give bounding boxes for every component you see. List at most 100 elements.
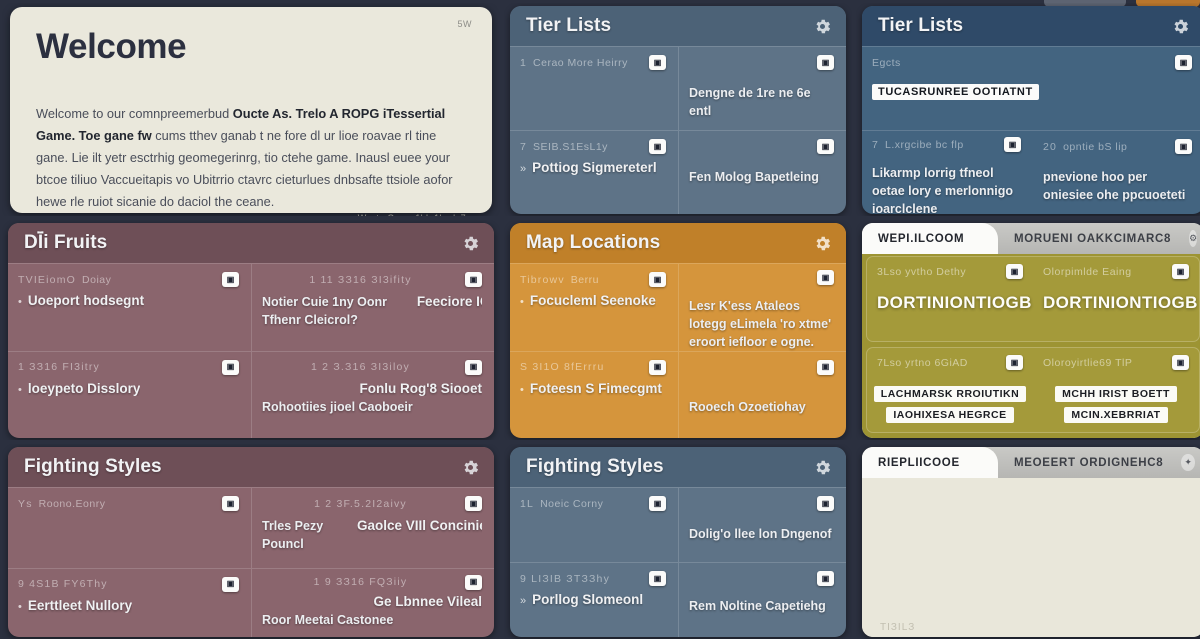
row-chip-button[interactable]: ▣ (649, 55, 666, 70)
olive-headline: DORTINIONTIOGB (1043, 293, 1189, 313)
row-chip-button[interactable]: ▣ (465, 496, 482, 511)
row-cell-left[interactable]: 1L Noeic Corny ▣ (510, 488, 678, 562)
tab-active[interactable]: RIEPLIICOOE (862, 447, 998, 478)
row-chip-button[interactable]: ▣ (1172, 355, 1189, 370)
row-label: Oloroyirtlie69 TlP (1043, 357, 1132, 369)
row-chip-button[interactable]: ▣ (222, 496, 239, 511)
row-cell-right[interactable]: 1 9 ЗЗ16 FQЗiiy ▣ Ge Lbnnee Vileal Roor … (251, 569, 494, 637)
row-label: SEIB.S1EsL1y (533, 141, 643, 153)
row-cell-right[interactable]: ▣ Rem Noltine Capetiehg (678, 563, 846, 637)
row-chip-button[interactable]: ▣ (817, 139, 834, 154)
olive-cell-left[interactable]: 7Lso yrtno 6GiAD ▣ LACHMARSK RROIUTIKN I… (867, 348, 1033, 432)
panel-title: Fighting Styles (24, 456, 162, 478)
row-chip-button[interactable]: ▣ (1006, 264, 1023, 279)
gear-icon[interactable] (813, 17, 832, 36)
row-label: Noeic Corny (540, 498, 643, 510)
row-chip-button[interactable]: ▣ (1004, 137, 1021, 152)
row-chip-button[interactable]: ▣ (817, 360, 834, 375)
row-title: Eerttleet Nullory (28, 598, 132, 613)
row-chip-button[interactable]: ▣ (649, 139, 666, 154)
row-cell-right[interactable]: ▣ Dengne de 1re ne 6e entl (678, 47, 846, 130)
row-chip-button[interactable]: ▣ (222, 272, 239, 287)
row-body-text: Rooech Ozoetiohay (689, 398, 834, 416)
row-top: ▣ (689, 569, 834, 588)
row-main: » Pottiog Sigmereterl (520, 160, 666, 175)
row-chip-button[interactable]: ▣ (1175, 139, 1192, 154)
row-cell-left[interactable]: 9 4S1B FY6Thy ▣ • Eerttleet Nullory (8, 569, 251, 637)
row-chip-button[interactable]: ▣ (1172, 264, 1189, 279)
row-chip-button[interactable]: ▣ (1006, 355, 1023, 370)
list-item[interactable]: 3Lso yvtho Dethy ▣ DORTINIONTIOGB Olorpi… (866, 256, 1200, 342)
row-cell-right[interactable]: 1 2 З.З16 ЗI3iloy ▣ Fonlu Rog'8 Siooet R… (251, 352, 494, 439)
row-cell-left[interactable]: 1 Cerao More Heirry ▣ (510, 47, 678, 130)
row-chip-button[interactable]: ▣ (649, 571, 666, 586)
row-chip-button[interactable]: ▣ (465, 272, 482, 287)
row-cell-right[interactable]: ▣ Rooech Ozoetiohay (678, 352, 846, 439)
row-label: L.xrgcibe bc flp (885, 139, 998, 151)
cell-welcome: 5W Welcome Welcome to our comnpreemerbud… (2, 3, 500, 216)
panel-title: Map Locations (526, 232, 660, 254)
row-index: 7 (520, 141, 527, 153)
gear-icon[interactable] (813, 234, 832, 253)
row-index: 9 4S1B FY6Thy (18, 578, 108, 590)
row-index: 7 (872, 139, 879, 151)
row-chip-button[interactable]: ▣ (465, 575, 482, 590)
row-main: Trles Pezy Pouncl Gaolce VIIl Concinieiv… (262, 517, 482, 553)
row-cell-right[interactable]: 1 11 ЗЗ16 ЗI3ifity ▣ Notier Cuie 1ny Oon… (251, 264, 494, 351)
star-icon[interactable]: ✦ (1181, 454, 1195, 471)
row-cell-left[interactable]: 7 L.xrgcibe bc flp ▣ Likarmp lorrig tfne… (862, 131, 1033, 214)
row-chip-button[interactable]: ▣ (817, 496, 834, 511)
gear-icon[interactable] (461, 458, 480, 477)
row-chip-button[interactable]: ▣ (817, 571, 834, 586)
cell-tier-lists-2: Tier Lists Egcts ▣ TUCASRUNREE OOTIATNT (856, 3, 1200, 216)
row-chip-button[interactable]: ▣ (222, 577, 239, 592)
row-chip-button[interactable]: ▣ (649, 272, 666, 287)
gear-icon[interactable] (461, 234, 480, 253)
row-cell-left[interactable]: Tibrowv Berru ▣ • Focucleml Seenoke (510, 264, 678, 351)
olive-cell-left[interactable]: 3Lso yvtho Dethy ▣ DORTINIONTIOGB (867, 257, 1033, 341)
row-cell-left[interactable]: Yѕ Roono.Eonry ▣ (8, 488, 251, 568)
row-chip-button[interactable]: ▣ (222, 360, 239, 375)
row-cell-right[interactable]: ▣ Fen Molog Bapetleing (678, 131, 846, 214)
cell-devil-fruits: Dİ̈i Fruits TVIEiomO Doiay ▣ • (2, 220, 500, 440)
row-cell-right[interactable]: ▣ Dolig'o llee lon Dngenof (678, 488, 846, 562)
panel-header: Fighting Styles (510, 447, 846, 487)
row-label: Olorpimlde Eaing (1043, 266, 1132, 278)
row-index: S 3I1O 8fErrru (520, 361, 605, 373)
olive-cell-right[interactable]: Olorpimlde Eaing ▣ DORTINIONTIOGB (1033, 257, 1199, 341)
row-body-text: Fen Molog Bapetleing (689, 168, 834, 186)
row-cell-left[interactable]: 9 LIЗIB ЗTЗЗhy ▣ » Porllog Slomeonl (510, 563, 678, 637)
status-badge: TUCASRUNREE OOTIATNT (872, 84, 1039, 100)
row-cell-full[interactable]: Egcts ▣ TUCASRUNREE OOTIATNT (862, 47, 1200, 130)
tab-bar: RIEPLIICOOE MEOEERT ORDIGNEHC8 ✦ (862, 447, 1200, 478)
tab-inactive[interactable]: MEOEERT ORDIGNEHC8 (998, 447, 1181, 478)
row-chip-button[interactable]: ▣ (649, 360, 666, 375)
row-label: 7Lso yrtno 6GiAD (877, 357, 968, 369)
row-chip-button[interactable]: ▣ (649, 496, 666, 511)
tab-active[interactable]: WEPI.ILCOOM (862, 223, 998, 254)
list-item[interactable]: 7Lso yrtno 6GiAD ▣ LACHMARSK RROIUTIKN I… (866, 347, 1200, 433)
row-chip-button[interactable]: ▣ (817, 55, 834, 70)
row-chip-button[interactable]: ▣ (1175, 55, 1192, 70)
gear-icon[interactable] (813, 458, 832, 477)
row-cell-right[interactable]: 1 2 3F.5.2I2aivy ▣ Trles Pezy Pouncl Gao… (251, 488, 494, 568)
row-index: 1L (520, 498, 534, 510)
row-index: 1 2 3F.5.2I2aivy (314, 498, 407, 510)
row-title: Foteesn S Fimecgmt (530, 381, 662, 396)
row-chip-button[interactable]: ▣ (817, 270, 834, 285)
row-cell-right[interactable]: 20 opntie bS lip ▣ pnevione hoo per onie… (1033, 131, 1200, 214)
row-cell-left[interactable]: 7 SEIB.S1EsL1y ▣ » Pottiog Sigmereterl (510, 131, 678, 214)
gear-icon[interactable] (1171, 17, 1190, 36)
row-main: • Eerttleet Nullory (18, 598, 239, 613)
row-body-text: Lesr K'ess Ataleos lotegg eLimela 'ro xt… (689, 297, 834, 351)
row-cell-left[interactable]: TVIEiomO Doiay ▣ • Uoeport hodsegnt (8, 264, 251, 351)
olive-cell-right[interactable]: Oloroyirtlie69 TlP ▣ MCHH IRIST BOETT MC… (1033, 348, 1199, 432)
table-row: 1 Cerao More Heirry ▣ ▣ Dengne de 1re ne… (510, 46, 846, 130)
row-cell-right[interactable]: ▣ Lesr K'ess Ataleos lotegg eLimela 'ro … (678, 264, 846, 351)
row-cell-left[interactable]: S 3I1O 8fErrru ▣ • Foteesn S Fimecgmt (510, 352, 678, 439)
row-cell-left[interactable]: 1 ЗЗ16 FI3itry ▣ • loeypeto Disslory (8, 352, 251, 439)
row-chip-button[interactable]: ▣ (465, 360, 482, 375)
row-top: Oloroyirtlie69 TlP ▣ (1043, 355, 1189, 370)
tab-inactive[interactable]: MORUENІ OAKKCIMARC8 (998, 223, 1189, 254)
menu-icon[interactable]: ⚙ (1189, 230, 1197, 247)
